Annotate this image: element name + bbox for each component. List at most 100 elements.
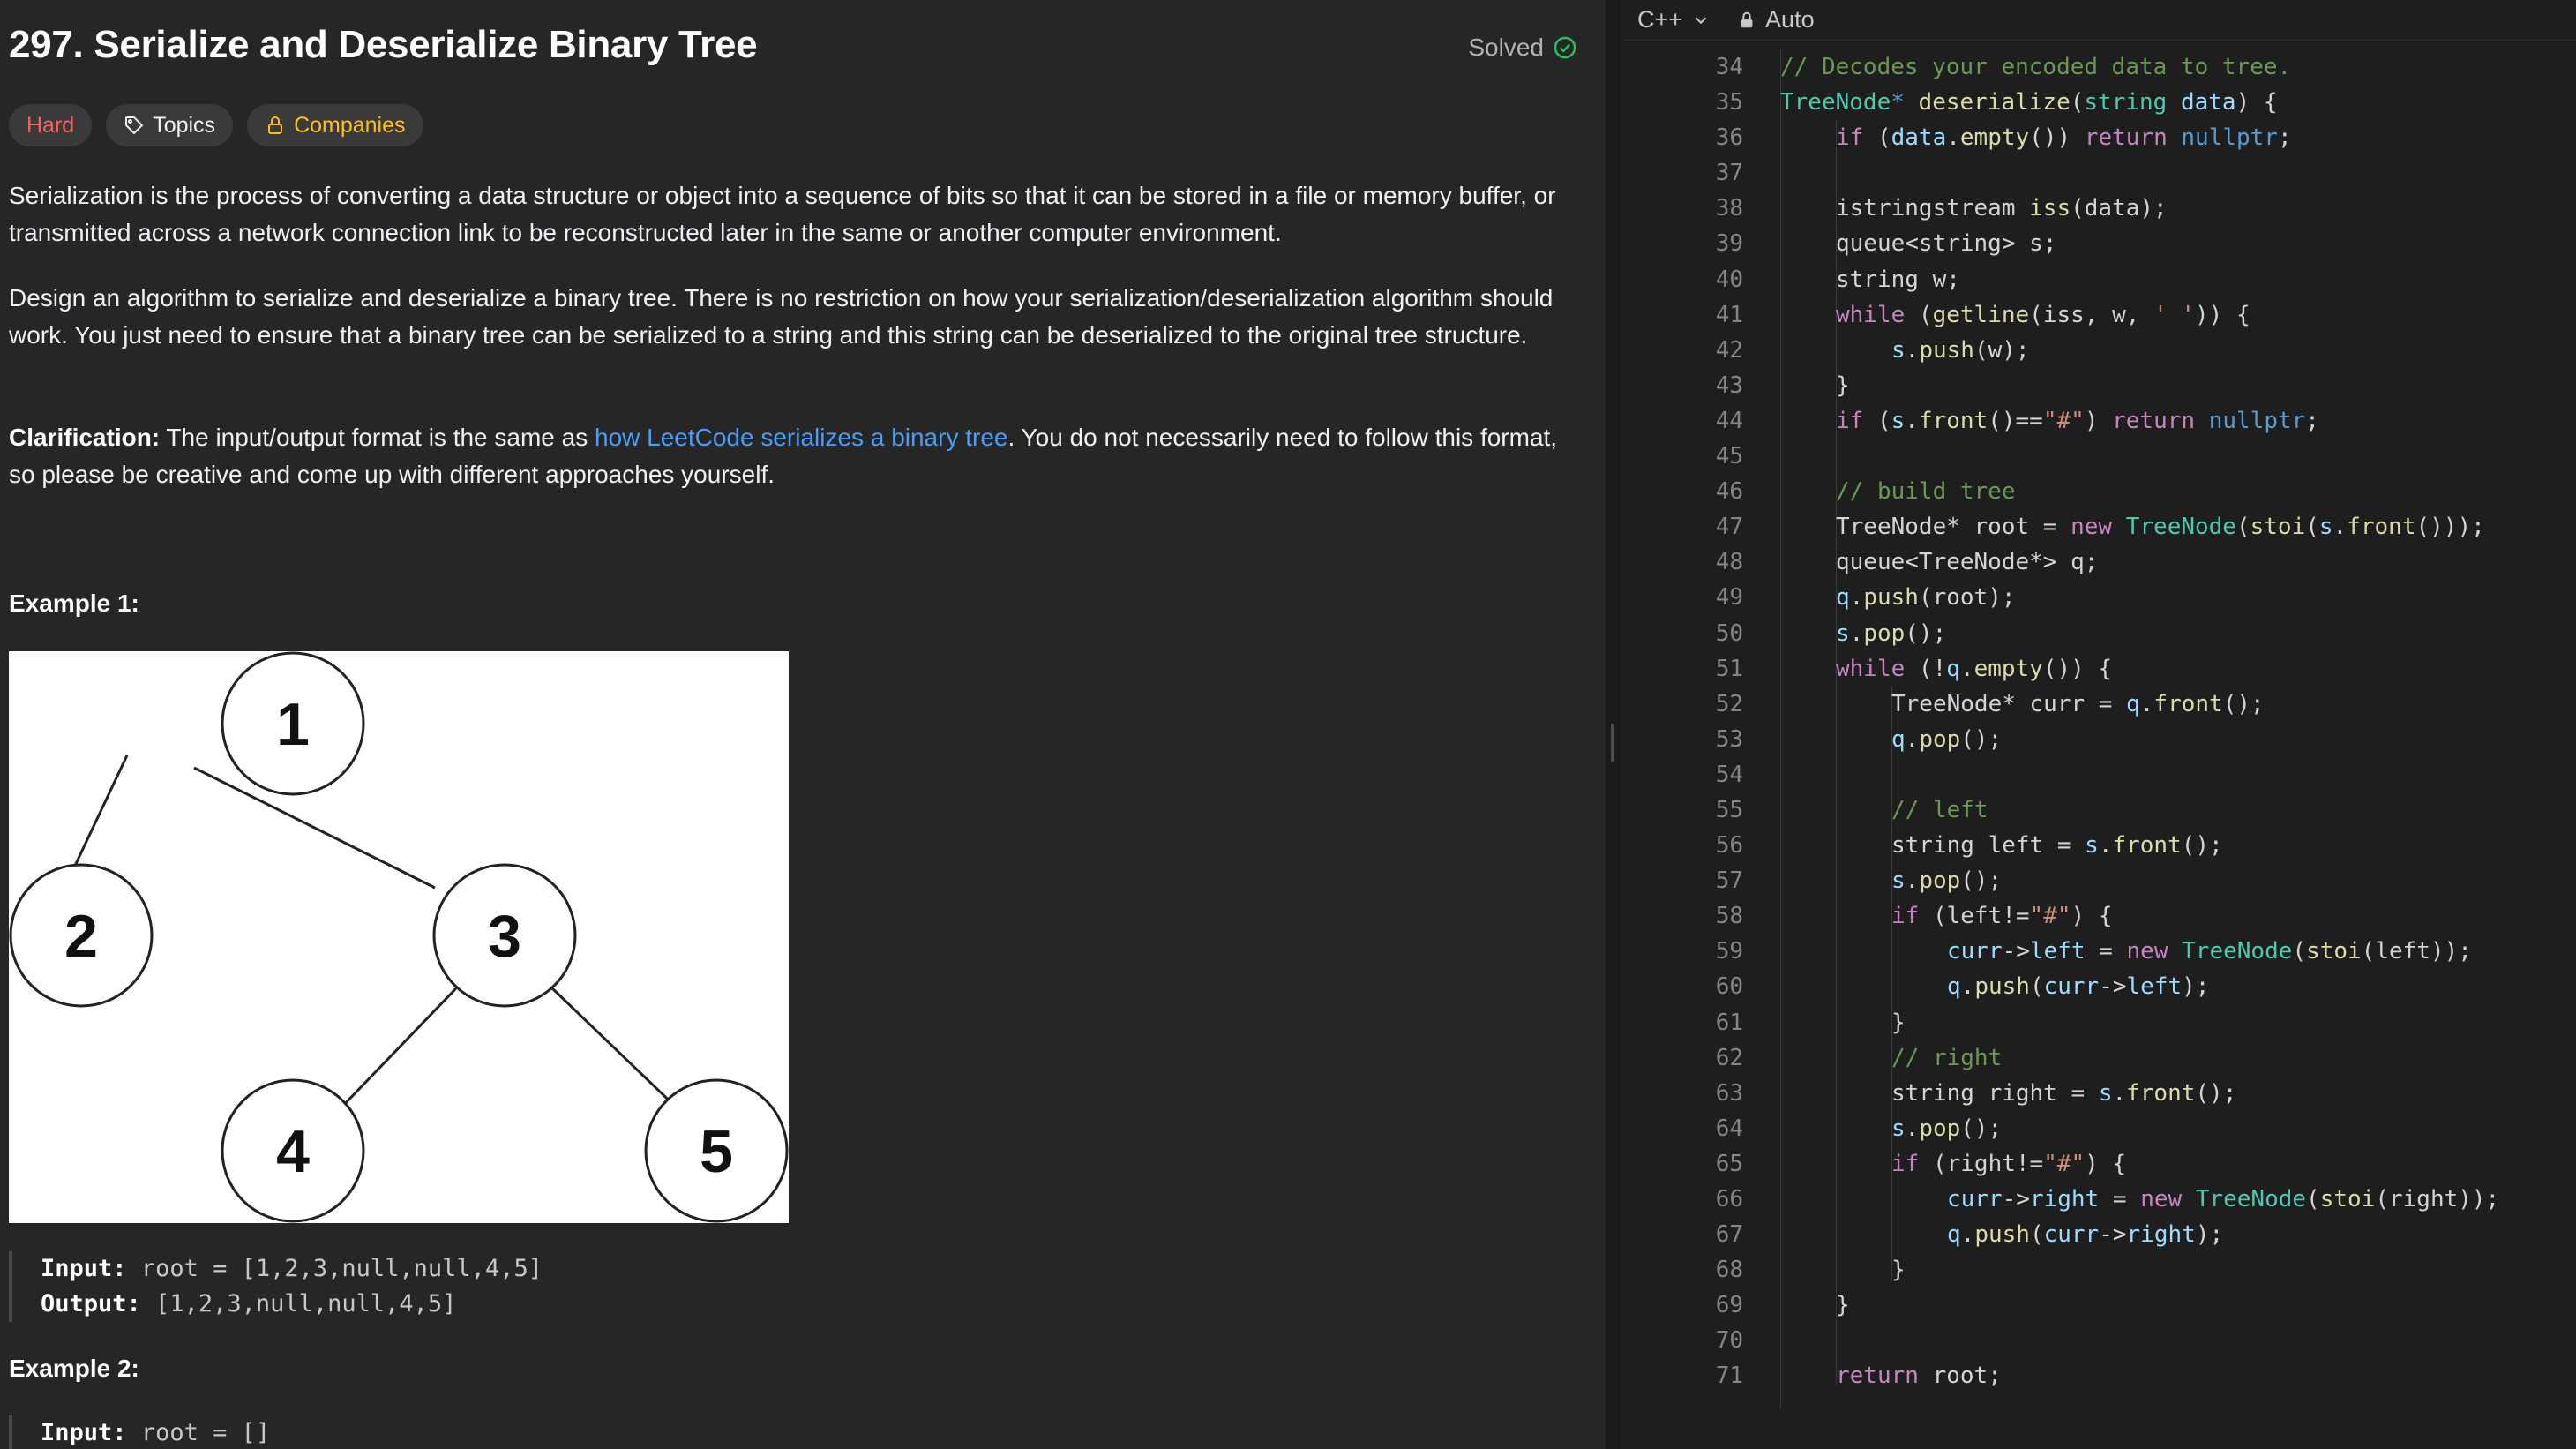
code-line[interactable]: 36 if (data.empty()) return nullptr; bbox=[1621, 120, 2576, 155]
code-line[interactable]: 63 string right = s.front(); bbox=[1621, 1076, 2576, 1111]
code-line[interactable]: 67 q.push(curr->right); bbox=[1621, 1217, 2576, 1252]
code-line[interactable]: 34 // Decodes your encoded data to tree. bbox=[1621, 49, 2576, 85]
code-token: (); bbox=[1960, 725, 2003, 753]
code-line[interactable]: 53 q.pop(); bbox=[1621, 722, 2576, 757]
code-token: q bbox=[1836, 584, 1850, 612]
code-token: // right bbox=[1891, 1044, 2003, 1071]
code-token: string right = bbox=[1891, 1079, 2099, 1107]
code-line[interactable]: 71 return root; bbox=[1621, 1358, 2576, 1393]
code-line[interactable]: 38 istringstream iss(data); bbox=[1621, 191, 2576, 226]
code-line[interactable]: 39 queue<string> s; bbox=[1621, 226, 2576, 261]
code-token: (data); bbox=[2071, 195, 2168, 222]
code-token: (right!= bbox=[1919, 1150, 2044, 1177]
code-line[interactable]: 44 if (s.front()=="#") return nullptr; bbox=[1621, 403, 2576, 439]
topics-button[interactable]: Topics bbox=[106, 104, 234, 146]
pane-resize-handle[interactable] bbox=[1606, 0, 1621, 1449]
code-line[interactable]: 43} bbox=[1621, 368, 2576, 403]
code-line[interactable]: 65 if (right!="#") { bbox=[1621, 1146, 2576, 1182]
code-token: TreeNode bbox=[1780, 89, 1891, 116]
code-line[interactable]: 62 // right bbox=[1621, 1040, 2576, 1076]
code-line[interactable]: 42 s.push(w); bbox=[1621, 333, 2576, 368]
code-token: return bbox=[2084, 124, 2168, 152]
code-line[interactable]: 64 s.pop(); bbox=[1621, 1111, 2576, 1146]
line-number: 45 bbox=[1715, 443, 1743, 470]
code-line[interactable]: 51 while (!q.empty()) { bbox=[1621, 651, 2576, 687]
code-token: front bbox=[2347, 514, 2416, 541]
code-line[interactable]: 41 while (getline(iss, w, ' ')) { bbox=[1621, 297, 2576, 333]
code-line[interactable]: 40 string w; bbox=[1621, 262, 2576, 297]
description-paragraph: Design an algorithm to serialize and des… bbox=[9, 284, 1554, 349]
code-line[interactable]: 47 TreeNode* root = new TreeNode(stoi(s.f… bbox=[1621, 509, 2576, 544]
code-token: left bbox=[2029, 938, 2086, 965]
code-line[interactable]: 45 bbox=[1621, 439, 2576, 474]
code-line[interactable]: 68} bbox=[1621, 1252, 2576, 1288]
line-number: 37 bbox=[1715, 160, 1743, 187]
code-text: } bbox=[1891, 1005, 1906, 1040]
line-number: 34 bbox=[1715, 54, 1743, 80]
code-line[interactable]: 70 bbox=[1621, 1323, 2576, 1358]
code-text: } bbox=[1836, 1288, 1850, 1323]
code-line[interactable]: 61} bbox=[1621, 1005, 2576, 1040]
code-token: -> bbox=[2002, 938, 2030, 965]
code-line[interactable]: 59 curr->left = new TreeNode(stoi(left)); bbox=[1621, 934, 2576, 969]
code-line[interactable]: 52 TreeNode* curr = q.front(); bbox=[1621, 687, 2576, 722]
problem-title[interactable]: 297. Serialize and Deserialize Binary Tr… bbox=[9, 23, 758, 67]
code-line[interactable]: 48 queue<TreeNode*> q; bbox=[1621, 544, 2576, 580]
difficulty-badge: Hard bbox=[9, 104, 93, 146]
code-token: (); bbox=[1960, 867, 2003, 895]
code-token: empty bbox=[1959, 124, 2030, 152]
code-line[interactable]: 54 bbox=[1621, 757, 2576, 792]
line-number: 50 bbox=[1715, 619, 1743, 647]
code-line[interactable]: 66 curr->right = new TreeNode(stoi(right)… bbox=[1621, 1182, 2576, 1217]
code-token: (); bbox=[2222, 690, 2265, 717]
code-line[interactable]: 69} bbox=[1621, 1288, 2576, 1323]
code-token: new bbox=[2140, 1186, 2183, 1213]
code-text: curr->left = new TreeNode(stoi(left)); bbox=[1947, 934, 2472, 969]
code-line[interactable]: 60 q.push(curr->left); bbox=[1621, 969, 2576, 1004]
code-text: // build tree bbox=[1836, 474, 2016, 509]
clarification-paragraph: Clarification: The input/output format i… bbox=[9, 419, 1579, 493]
code-area[interactable]: 34// Decodes your encoded data to tree. 3… bbox=[1621, 49, 2576, 1408]
code-token: ; bbox=[2277, 124, 2292, 152]
code-token: . bbox=[1960, 1221, 1975, 1249]
code-token: ( bbox=[2029, 973, 2044, 1001]
code-token: TreeNode* curr = bbox=[1891, 690, 2127, 717]
code-line[interactable]: 56 string left = s.front(); bbox=[1621, 828, 2576, 863]
code-line[interactable]: 49 q.push(root); bbox=[1621, 580, 2576, 615]
code-token: . bbox=[1849, 619, 1864, 647]
code-token: ( bbox=[2292, 938, 2307, 965]
code-token: q bbox=[1947, 973, 1961, 1001]
code-editor-pane: C++ Auto 34 // Decodes your encoded data … bbox=[1621, 0, 2576, 1449]
code-line[interactable]: 46 // build tree bbox=[1621, 474, 2576, 509]
code-token: front bbox=[2126, 1079, 2196, 1107]
code-token: * bbox=[1891, 89, 1905, 116]
code-line[interactable]: 50 s.pop(); bbox=[1621, 616, 2576, 651]
code-line[interactable]: 37 bbox=[1621, 155, 2576, 191]
line-number: 38 bbox=[1715, 195, 1743, 222]
auto-mode-toggle[interactable]: Auto bbox=[1737, 6, 1815, 34]
code-token: (! bbox=[1905, 655, 1947, 682]
serialization-format-link[interactable]: how LeetCode serializes a binary tree bbox=[595, 424, 1007, 451]
code-token: front bbox=[2112, 832, 2182, 860]
line-number: 62 bbox=[1715, 1044, 1743, 1071]
companies-button[interactable]: Companies bbox=[247, 104, 423, 146]
code-token: -> bbox=[2002, 1186, 2030, 1213]
line-number: 54 bbox=[1715, 761, 1743, 788]
code-line[interactable]: 55 // left bbox=[1621, 792, 2576, 828]
language-selector[interactable]: C++ bbox=[1637, 6, 1711, 34]
line-number: 64 bbox=[1715, 1115, 1743, 1142]
code-token: while bbox=[1836, 655, 1906, 682]
code-token: TreeNode bbox=[2195, 1186, 2307, 1213]
code-token: deserialize bbox=[1918, 89, 2071, 116]
tree-node-label: 2 bbox=[64, 903, 98, 970]
code-line[interactable]: 35 TreeNode* deserialize(string data) { bbox=[1621, 85, 2576, 120]
code-line[interactable]: 57 s.pop(); bbox=[1621, 863, 2576, 898]
resize-grip[interactable] bbox=[1611, 724, 1614, 762]
code-token: . bbox=[1905, 336, 1920, 364]
code-token: pop bbox=[1919, 725, 1961, 753]
code-token: string w; bbox=[1836, 266, 1960, 293]
code-line[interactable]: 58 if (left!="#") { bbox=[1621, 898, 2576, 934]
code-token: s bbox=[1891, 336, 1906, 364]
code-token: empty bbox=[1973, 655, 2043, 682]
